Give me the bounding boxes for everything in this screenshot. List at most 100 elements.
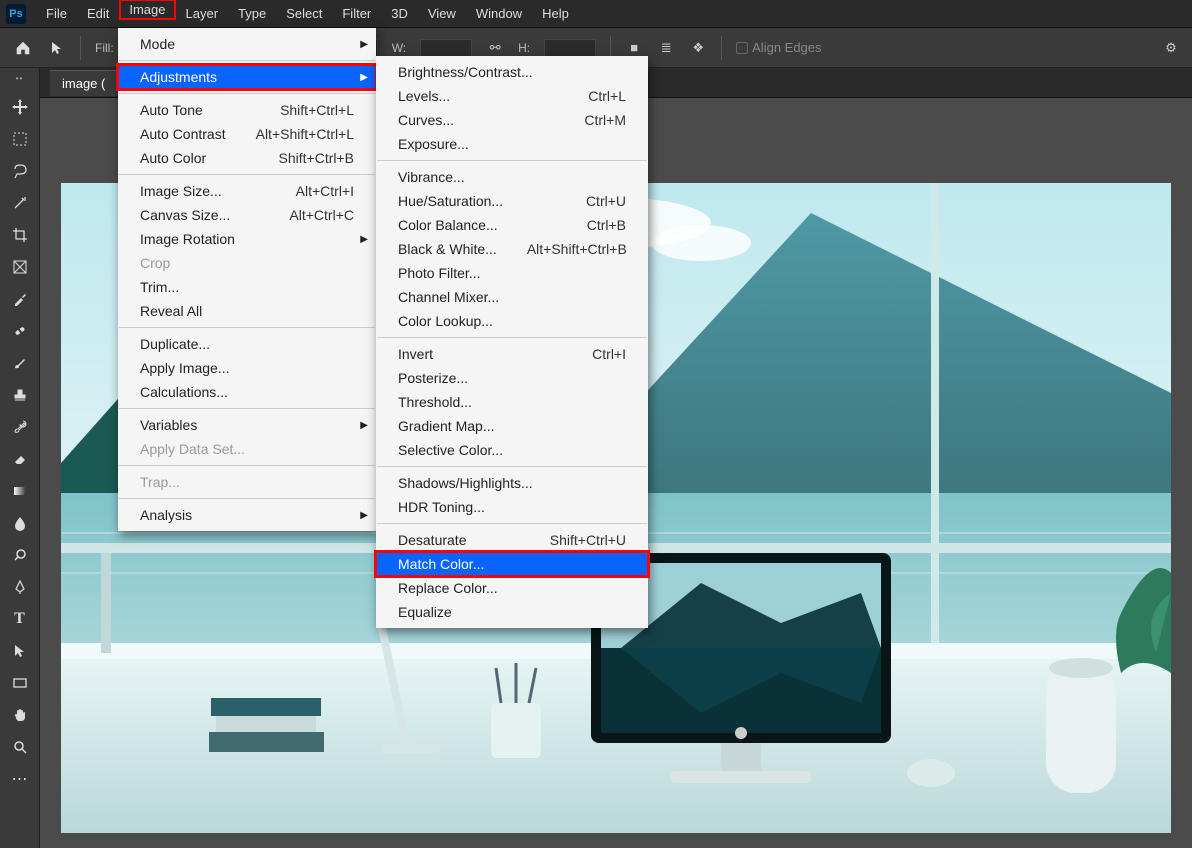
marquee-tool[interactable] bbox=[8, 127, 32, 151]
dodge-tool[interactable] bbox=[8, 543, 32, 567]
image-menu-reveal-all[interactable]: Reveal All bbox=[118, 299, 376, 323]
align-edges-checkbox[interactable]: Align Edges bbox=[736, 40, 821, 55]
gear-icon[interactable]: ⚙ bbox=[1162, 39, 1180, 57]
app-logo: Ps bbox=[6, 4, 26, 24]
menu-item-shortcut: Alt+Ctrl+I bbox=[296, 183, 354, 199]
adj-menu-invert[interactable]: InvertCtrl+I bbox=[376, 342, 648, 366]
adj-menu-black-white[interactable]: Black & White...Alt+Shift+Ctrl+B bbox=[376, 237, 648, 261]
panel-grip-icon[interactable]: •• bbox=[16, 74, 24, 83]
menu-select[interactable]: Select bbox=[276, 2, 332, 25]
stamp-tool[interactable] bbox=[8, 383, 32, 407]
image-menu-trap: Trap... bbox=[118, 470, 376, 494]
adj-menu-equalize[interactable]: Equalize bbox=[376, 600, 648, 624]
blur-tool[interactable] bbox=[8, 511, 32, 535]
adj-menu-vibrance[interactable]: Vibrance... bbox=[376, 165, 648, 189]
adj-menu-shadows-highlights[interactable]: Shadows/Highlights... bbox=[376, 471, 648, 495]
align-icon[interactable]: ≣ bbox=[657, 39, 675, 57]
menu-window[interactable]: Window bbox=[466, 2, 532, 25]
image-menu-variables[interactable]: Variables▶ bbox=[118, 413, 376, 437]
menu-separator bbox=[377, 160, 647, 161]
menu-file[interactable]: File bbox=[36, 2, 77, 25]
menu-item-label: Channel Mixer... bbox=[398, 289, 499, 305]
adj-menu-hdr-toning[interactable]: HDR Toning... bbox=[376, 495, 648, 519]
pen-tool[interactable] bbox=[8, 575, 32, 599]
arrange-icon[interactable]: ❖ bbox=[689, 39, 707, 57]
healing-tool[interactable] bbox=[8, 319, 32, 343]
image-menu-adjustments[interactable]: Adjustments▶ bbox=[118, 65, 376, 89]
menu-item-label: Apply Image... bbox=[140, 360, 230, 376]
image-menu-analysis[interactable]: Analysis▶ bbox=[118, 503, 376, 527]
adj-menu-posterize[interactable]: Posterize... bbox=[376, 366, 648, 390]
frame-tool[interactable] bbox=[8, 255, 32, 279]
image-menu-canvas-size[interactable]: Canvas Size...Alt+Ctrl+C bbox=[118, 203, 376, 227]
adj-menu-channel-mixer[interactable]: Channel Mixer... bbox=[376, 285, 648, 309]
menu-3d[interactable]: 3D bbox=[381, 2, 418, 25]
history-brush-tool[interactable] bbox=[8, 415, 32, 439]
menu-view[interactable]: View bbox=[418, 2, 466, 25]
link-icon[interactable]: ⚯ bbox=[486, 39, 504, 57]
brush-tool[interactable] bbox=[8, 351, 32, 375]
image-menu-image-rotation[interactable]: Image Rotation▶ bbox=[118, 227, 376, 251]
submenu-arrow-icon: ▶ bbox=[360, 72, 368, 83]
adj-menu-exposure[interactable]: Exposure... bbox=[376, 132, 648, 156]
adj-menu-curves[interactable]: Curves...Ctrl+M bbox=[376, 108, 648, 132]
lasso-tool[interactable] bbox=[8, 159, 32, 183]
menu-separator bbox=[119, 174, 375, 175]
image-menu-mode[interactable]: Mode▶ bbox=[118, 32, 376, 56]
path-select-tool[interactable] bbox=[8, 639, 32, 663]
crop-tool[interactable] bbox=[8, 223, 32, 247]
gradient-tool[interactable] bbox=[8, 479, 32, 503]
wand-tool[interactable] bbox=[8, 191, 32, 215]
adj-menu-gradient-map[interactable]: Gradient Map... bbox=[376, 414, 648, 438]
arrow-cursor-icon[interactable] bbox=[48, 39, 66, 57]
adj-menu-levels[interactable]: Levels...Ctrl+L bbox=[376, 84, 648, 108]
adj-menu-photo-filter[interactable]: Photo Filter... bbox=[376, 261, 648, 285]
menu-image[interactable]: Image bbox=[119, 2, 175, 25]
height-field[interactable] bbox=[544, 39, 596, 57]
adj-menu-color-balance[interactable]: Color Balance...Ctrl+B bbox=[376, 213, 648, 237]
menu-type[interactable]: Type bbox=[228, 2, 276, 25]
eraser-tool[interactable] bbox=[8, 447, 32, 471]
image-menu-image-size[interactable]: Image Size...Alt+Ctrl+I bbox=[118, 179, 376, 203]
image-menu-trim[interactable]: Trim... bbox=[118, 275, 376, 299]
adj-menu-brightness-contrast[interactable]: Brightness/Contrast... bbox=[376, 60, 648, 84]
more-tools[interactable]: ⋯ bbox=[8, 767, 32, 791]
submenu-arrow-icon: ▶ bbox=[360, 39, 368, 50]
menu-filter[interactable]: Filter bbox=[332, 2, 381, 25]
align-edges-label: Align Edges bbox=[752, 40, 821, 55]
menu-edit[interactable]: Edit bbox=[77, 2, 119, 25]
image-menu-apply-image[interactable]: Apply Image... bbox=[118, 356, 376, 380]
image-menu-duplicate[interactable]: Duplicate... bbox=[118, 332, 376, 356]
document-tab[interactable]: image ( bbox=[50, 70, 117, 96]
adj-menu-hue-saturation[interactable]: Hue/Saturation...Ctrl+U bbox=[376, 189, 648, 213]
submenu-arrow-icon: ▶ bbox=[360, 420, 368, 431]
menu-help[interactable]: Help bbox=[532, 2, 579, 25]
adj-menu-color-lookup[interactable]: Color Lookup... bbox=[376, 309, 648, 333]
hand-tool[interactable] bbox=[8, 703, 32, 727]
submenu-arrow-icon: ▶ bbox=[360, 510, 368, 521]
menu-item-label: Trim... bbox=[140, 279, 179, 295]
width-field[interactable] bbox=[420, 39, 472, 57]
w-label: W: bbox=[392, 41, 406, 55]
image-menu-auto-color[interactable]: Auto ColorShift+Ctrl+B bbox=[118, 146, 376, 170]
rectangle-tool[interactable] bbox=[8, 671, 32, 695]
image-menu-auto-tone[interactable]: Auto ToneShift+Ctrl+L bbox=[118, 98, 376, 122]
eyedropper-tool[interactable] bbox=[8, 287, 32, 311]
image-menu-calculations[interactable]: Calculations... bbox=[118, 380, 376, 404]
menu-bar: Ps FileEditImageLayerTypeSelectFilter3DV… bbox=[0, 0, 1192, 28]
menu-layer[interactable]: Layer bbox=[176, 2, 229, 25]
menu-separator bbox=[119, 60, 375, 61]
menu-item-label: Crop bbox=[140, 255, 170, 271]
path-ops-icon[interactable]: ■ bbox=[625, 39, 643, 57]
home-button[interactable] bbox=[12, 37, 34, 59]
adj-menu-selective-color[interactable]: Selective Color... bbox=[376, 438, 648, 462]
adj-menu-threshold[interactable]: Threshold... bbox=[376, 390, 648, 414]
move-tool[interactable] bbox=[8, 95, 32, 119]
adj-menu-match-color[interactable]: Match Color... bbox=[376, 552, 648, 576]
zoom-tool[interactable] bbox=[8, 735, 32, 759]
type-tool[interactable]: T bbox=[8, 607, 32, 631]
adj-menu-replace-color[interactable]: Replace Color... bbox=[376, 576, 648, 600]
adj-menu-desaturate[interactable]: DesaturateShift+Ctrl+U bbox=[376, 528, 648, 552]
menu-separator bbox=[377, 523, 647, 524]
image-menu-auto-contrast[interactable]: Auto ContrastAlt+Shift+Ctrl+L bbox=[118, 122, 376, 146]
